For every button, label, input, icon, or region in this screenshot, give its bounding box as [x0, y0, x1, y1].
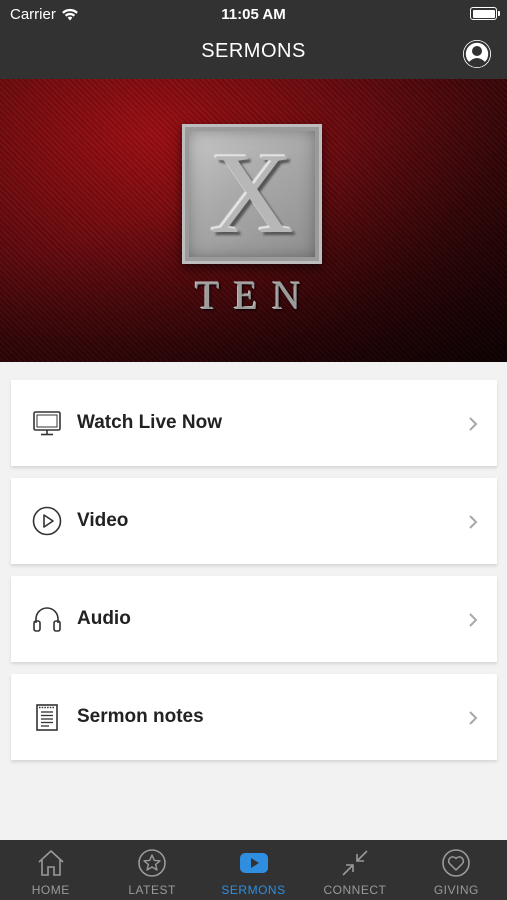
headphones-icon — [33, 607, 61, 632]
tab-label: LATEST — [128, 883, 176, 897]
tab-label: HOME — [31, 883, 70, 897]
page-title: SERMONS — [201, 40, 306, 62]
menu-item-label: Video — [77, 510, 129, 531]
notepad-icon — [36, 704, 58, 731]
status-time: 11:05 AM — [221, 6, 286, 23]
top-bar: Carrier 11:05 AM SERMONS — [0, 0, 507, 79]
user-circle-icon — [463, 40, 491, 68]
chevron-right-icon — [469, 417, 478, 431]
battery-icon — [470, 7, 500, 20]
tab-giving[interactable]: GIVING — [406, 840, 507, 900]
tab-bar: HOME LATEST SERMONS CONNECT GIVING — [0, 840, 507, 900]
tab-label: CONNECT — [323, 883, 387, 897]
tab-latest[interactable]: LATEST — [101, 840, 202, 900]
menu-item-label: Sermon notes — [77, 706, 204, 727]
profile-button[interactable] — [463, 40, 491, 68]
menu-item-sermon-notes[interactable]: Sermon notes — [11, 674, 497, 760]
menu-item-audio[interactable]: Audio — [11, 576, 497, 662]
tab-label: GIVING — [433, 883, 479, 897]
tab-label: SERMONS — [221, 883, 286, 897]
play-rect-icon — [239, 853, 268, 873]
home-icon — [38, 850, 64, 876]
chevron-right-icon — [469, 711, 478, 725]
menu-item-label: Audio — [77, 608, 131, 629]
sermon-series-banner: X TEN — [0, 79, 507, 362]
chevron-right-icon — [469, 515, 478, 529]
tab-home[interactable]: HOME — [0, 840, 101, 900]
play-circle-icon — [32, 506, 62, 536]
chevron-right-icon — [469, 613, 478, 627]
status-bar: Carrier 11:05 AM — [0, 0, 507, 28]
monitor-icon — [33, 411, 61, 436]
menu-item-watch-live[interactable]: Watch Live Now — [11, 380, 497, 466]
compress-arrows-icon — [342, 850, 368, 876]
sermon-menu: Watch Live Now Video Audio Sermon notes — [11, 380, 497, 772]
banner-word: TEN — [195, 273, 315, 318]
star-circle-icon — [138, 849, 166, 877]
banner-letter: X — [210, 130, 294, 258]
tab-sermons[interactable]: SERMONS — [203, 840, 304, 900]
heart-circle-icon — [442, 849, 471, 877]
tab-connect[interactable]: CONNECT — [304, 840, 405, 900]
x-stone-tile: X — [182, 124, 322, 264]
menu-item-video[interactable]: Video — [11, 478, 497, 564]
menu-item-label: Watch Live Now — [77, 412, 222, 433]
sermons-screen: Carrier 11:05 AM SERMONS X TEN Watch Liv… — [0, 0, 507, 900]
